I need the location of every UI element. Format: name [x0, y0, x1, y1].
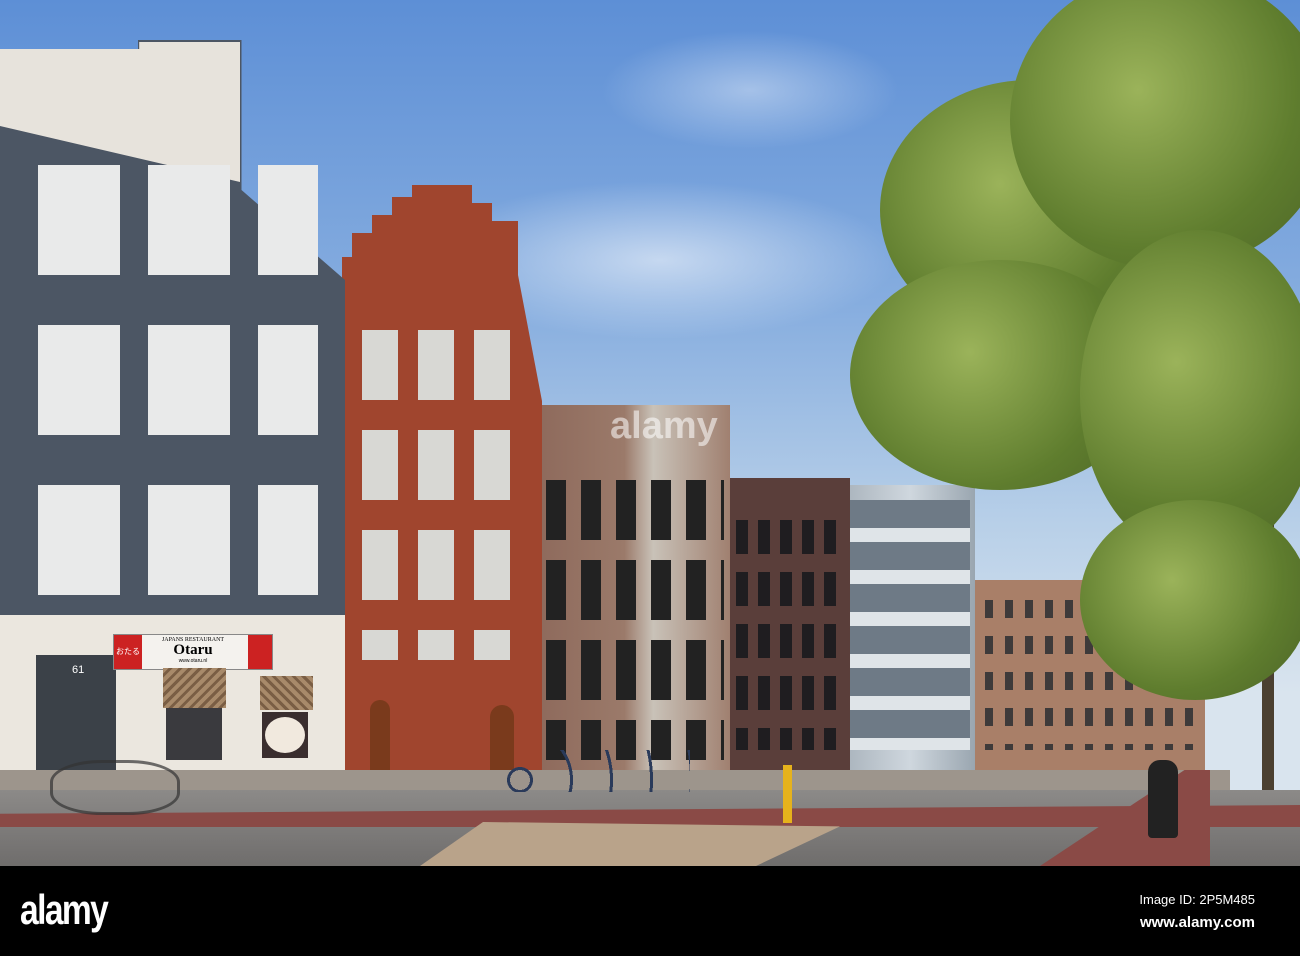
- windows: [546, 480, 724, 760]
- shop-window: [166, 708, 222, 760]
- street-photo: 61 おたる JAPANS RESTAURANT Otaru www.otaru…: [0, 0, 1300, 866]
- bollard: [783, 765, 792, 823]
- tree-foliage: [1080, 500, 1300, 700]
- windows: [38, 165, 318, 615]
- house-number: 61: [72, 664, 85, 676]
- windows: [736, 520, 844, 750]
- shutter: [260, 676, 313, 710]
- image-id: Image ID: 2P5M485: [1139, 892, 1255, 907]
- bicycles: [500, 750, 690, 792]
- shop-window-logo: [262, 712, 308, 758]
- watermark: alamy: [610, 405, 718, 447]
- sign-logo: おたる: [114, 635, 142, 669]
- alamy-logo: alamy: [20, 886, 109, 933]
- shutter: [163, 668, 226, 708]
- cyclist: [1148, 760, 1178, 838]
- windows: [850, 500, 970, 750]
- windows: [362, 330, 522, 660]
- alamy-footer: alamy Image ID: 2P5M485 www.alamy.com: [0, 866, 1300, 956]
- alamy-url: www.alamy.com: [1139, 914, 1255, 931]
- sign-logo: [248, 635, 272, 669]
- restaurant-sign: おたる JAPANS RESTAURANT Otaru www.otaru.nl: [113, 634, 273, 670]
- cloud: [600, 30, 900, 150]
- bicycles: [50, 760, 180, 815]
